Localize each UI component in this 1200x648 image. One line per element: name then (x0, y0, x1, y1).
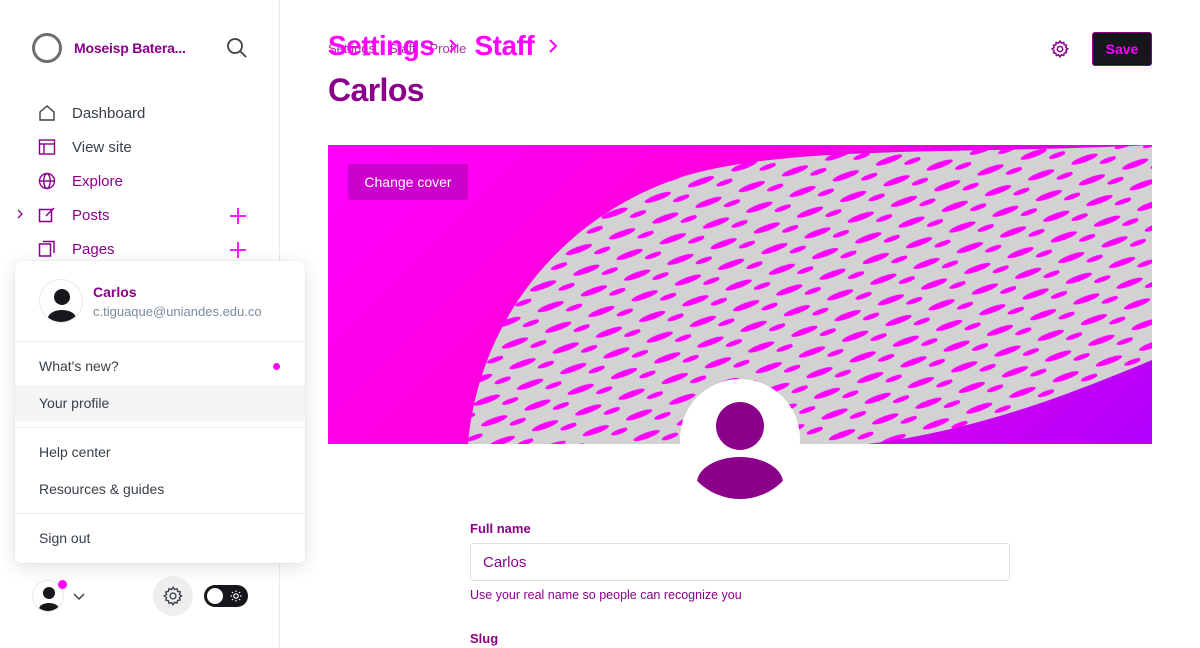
chevron-right-icon (549, 39, 558, 53)
toggle-knob (207, 588, 223, 604)
main-nav: Dashboard View site Explore Posts Pages (0, 96, 280, 266)
menu-item-sign-out[interactable]: Sign out (15, 520, 305, 556)
add-page-icon[interactable] (228, 240, 248, 260)
save-button[interactable]: Save (1092, 32, 1152, 66)
nav-item-posts[interactable]: Posts (0, 198, 280, 232)
menu-item-resources[interactable]: Resources & guides (15, 471, 305, 507)
menu-user-name: Carlos (93, 283, 137, 300)
menu-item-whats-new[interactable]: What's new? (15, 348, 305, 384)
slug-label: Slug (470, 631, 499, 646)
menu-divider (15, 427, 305, 428)
menu-item-your-profile[interactable]: Your profile (15, 385, 305, 421)
globe-icon (38, 172, 56, 190)
nav-label: View site (72, 138, 132, 156)
account-menu: Carlos c.tiguaque@uniandes.edu.co What's… (15, 261, 305, 563)
user-silhouette-icon (697, 402, 783, 499)
gear-icon (163, 586, 183, 606)
sun-icon (230, 590, 242, 602)
gear-icon[interactable] (1050, 39, 1070, 59)
nav-label: Posts (72, 206, 110, 224)
chevron-right-icon[interactable] (15, 209, 25, 219)
full-name-label: Full name (470, 521, 531, 536)
breadcrumb-staff[interactable]: Staff (474, 30, 534, 62)
change-cover-button[interactable]: Change cover (348, 164, 468, 200)
nav-label: Explore (72, 172, 123, 190)
menu-item-help-center[interactable]: Help center (15, 434, 305, 470)
nav-label: Dashboard (72, 104, 146, 122)
menu-user-card: Carlos c.tiguaque@uniandes.edu.co (39, 279, 262, 323)
home-icon (39, 105, 55, 121)
menu-user-email: c.tiguaque@uniandes.edu.co (93, 303, 262, 319)
menu-divider (15, 513, 305, 514)
full-name-input[interactable] (470, 543, 1010, 581)
pencil-square-icon (38, 207, 55, 223)
chevron-right-icon (449, 39, 458, 53)
breadcrumb-settings[interactable]: Settings (328, 30, 435, 62)
unread-dot (273, 363, 280, 370)
breadcrumb: Settings Staff (328, 30, 560, 62)
menu-item-label: Sign out (39, 530, 91, 546)
menu-divider (15, 341, 305, 342)
page-title: Carlos (328, 72, 425, 108)
nav-item-dashboard[interactable]: Dashboard (0, 96, 280, 130)
browser-icon (38, 139, 56, 155)
menu-item-label: Resources & guides (39, 481, 165, 497)
site-name: Moseisp Batera... (74, 40, 186, 56)
site-logo (32, 33, 62, 63)
nav-label: Pages (72, 240, 115, 258)
nav-item-view-site[interactable]: View site (0, 130, 280, 164)
settings-button[interactable] (153, 576, 193, 616)
pages-icon (38, 240, 55, 257)
profile-picture[interactable] (680, 379, 800, 499)
menu-item-label: What's new? (39, 358, 119, 374)
chevron-down-icon[interactable] (72, 590, 86, 604)
nav-item-explore[interactable]: Explore (0, 164, 280, 198)
brand[interactable]: Moseisp Batera... (32, 33, 186, 63)
notification-badge (58, 580, 67, 589)
search-icon[interactable] (226, 37, 248, 59)
add-post-icon[interactable] (228, 206, 248, 226)
dark-mode-toggle[interactable] (204, 585, 248, 607)
menu-item-label: Help center (39, 444, 111, 460)
full-name-hint: Use your real name so people can recogni… (470, 588, 742, 602)
user-silhouette-icon (48, 289, 76, 322)
menu-item-label: Your profile (39, 395, 110, 411)
menu-avatar (39, 279, 83, 323)
